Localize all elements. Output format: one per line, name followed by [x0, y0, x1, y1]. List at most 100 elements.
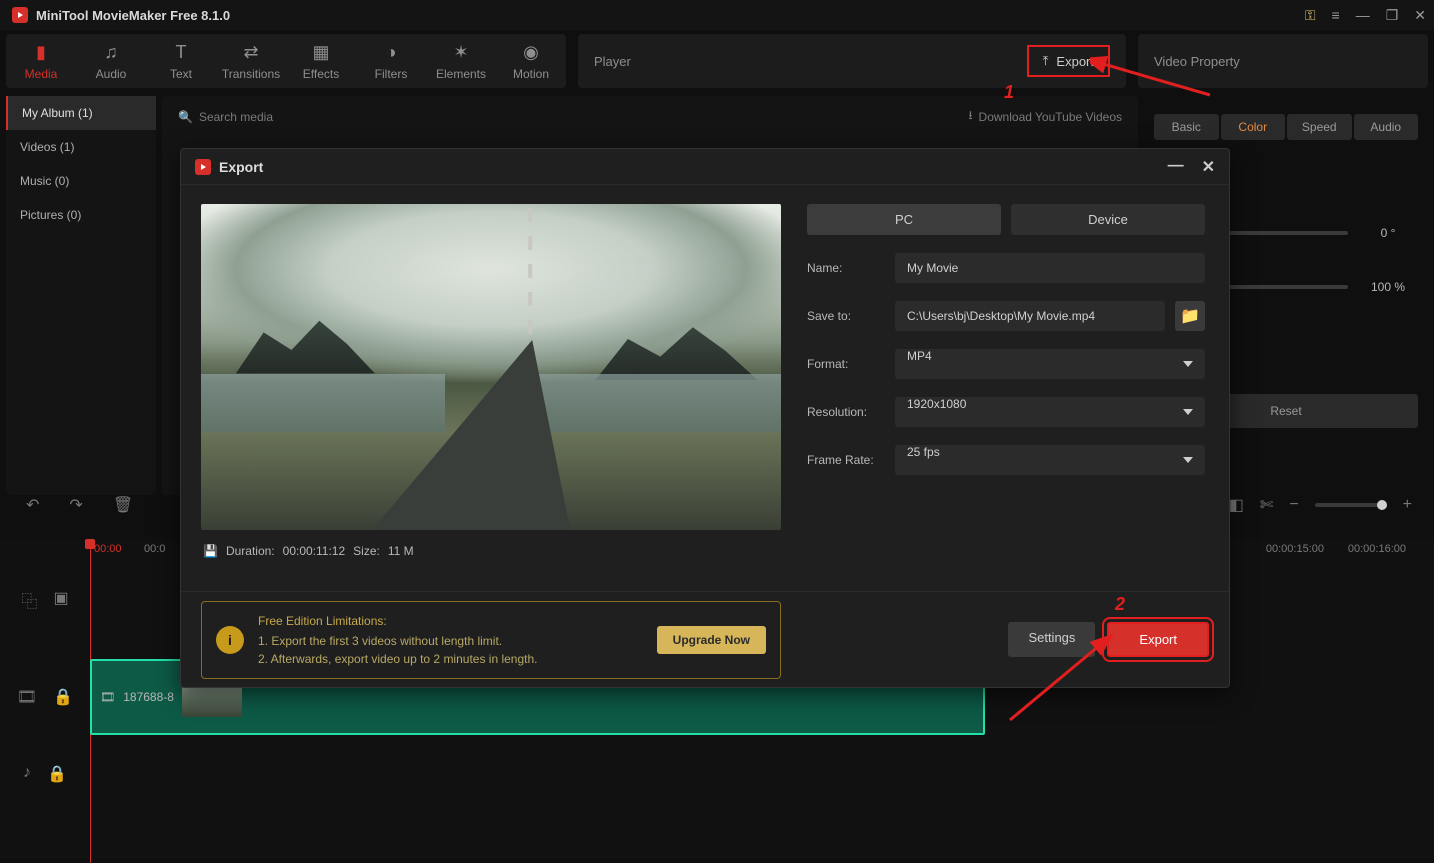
top-toolbar-row: ▮Media ♫Audio TText ⇄Transitions ▦Effect…: [0, 30, 1434, 92]
scale-value: 100 %: [1358, 280, 1418, 294]
tab-effects[interactable]: ▦Effects: [286, 42, 356, 81]
tl-tools-video: 🎞 🔒: [0, 687, 90, 707]
dest-tab-pc[interactable]: PC: [807, 204, 1001, 235]
format-select[interactable]: MP4: [895, 349, 1205, 379]
duration-label: Duration:: [226, 544, 275, 558]
time-tick-r2: 00:00:16:00: [1348, 543, 1406, 555]
time-tick-1: 00:0: [144, 543, 165, 555]
export-dialog-titlebar: Export — ✕: [181, 149, 1229, 185]
dialog-title: Export: [219, 159, 263, 175]
transitions-icon: ⇄: [216, 42, 286, 63]
undo-icon[interactable]: ↶: [26, 495, 39, 515]
zoom-in-icon[interactable]: +: [1403, 496, 1412, 514]
key-icon[interactable]: ⚿: [1305, 7, 1316, 24]
limitations-line2: 2. Afterwards, export video up to 2 minu…: [258, 652, 538, 666]
video-track-icon[interactable]: 🎞: [17, 687, 37, 707]
video-clip-name: 187688-8: [123, 690, 174, 704]
export-dialog-footer: i Free Edition Limitations: 1. Export th…: [181, 591, 1229, 687]
tab-media[interactable]: ▮Media: [6, 42, 76, 81]
export-form-side: PC Device Name: Save to: 📁 Format: MP4 R…: [807, 204, 1209, 591]
search-placeholder: Search media: [199, 110, 273, 124]
dialog-close-icon[interactable]: ✕: [1202, 157, 1215, 177]
export-button-top[interactable]: ⤒ Export: [1027, 45, 1110, 77]
media-browser-header: 🔍 Search media ⭳ Download YouTube Videos: [162, 96, 1138, 137]
dest-tab-device[interactable]: Device: [1011, 204, 1205, 235]
resolution-label: Resolution:: [807, 405, 885, 419]
dialog-minimize-icon[interactable]: —: [1168, 157, 1184, 177]
video-property-title: Video Property: [1154, 54, 1240, 69]
action-right: ◧ ✄ − +: [1229, 495, 1428, 515]
zoom-out-icon[interactable]: −: [1289, 496, 1298, 514]
menu-icon[interactable]: ≡: [1332, 7, 1340, 23]
search-icon: 🔍: [178, 110, 193, 124]
duration-value: 00:00:11:12: [283, 544, 346, 558]
name-input[interactable]: [895, 253, 1205, 283]
settings-button[interactable]: Settings: [1008, 622, 1095, 657]
download-icon: ⭳: [968, 106, 972, 127]
tab-elements[interactable]: ✶Elements: [426, 42, 496, 81]
limitations-text: Free Edition Limitations: 1. Export the …: [258, 612, 643, 668]
lock-audio-icon[interactable]: 🔒: [47, 764, 67, 784]
folder-open-icon: 📁: [1180, 306, 1200, 326]
upload-icon: ⤒: [1043, 53, 1049, 69]
sidebar-item-myalbum[interactable]: My Album (1): [6, 96, 156, 130]
lock-icon[interactable]: 🔒: [53, 687, 73, 707]
download-youtube-button[interactable]: ⭳ Download YouTube Videos: [968, 106, 1122, 127]
text-icon: T: [146, 42, 216, 63]
framerate-select[interactable]: 25 fps: [895, 445, 1205, 475]
form-row-save: Save to: 📁: [807, 301, 1205, 331]
export-dialog: Export — ✕ 💾 Duration: 00:00:11:12 Size:…: [180, 148, 1230, 688]
sidebar-item-pictures[interactable]: Pictures (0): [6, 198, 156, 232]
tool-icon-2[interactable]: ✄: [1260, 495, 1273, 515]
tab-filters[interactable]: ◑Filters: [356, 42, 426, 81]
limitations-line1: 1. Export the first 3 videos without len…: [258, 634, 502, 648]
music-icon: ♫: [76, 42, 146, 63]
player-title: Player: [594, 54, 631, 69]
album-sidebar: My Album (1) Videos (1) Music (0) Pictur…: [6, 96, 156, 495]
audio-track-icon[interactable]: ♪: [23, 764, 31, 784]
footer-buttons: Settings Export: [1008, 622, 1209, 657]
tab-motion[interactable]: ◉Motion: [496, 42, 566, 81]
framerate-label: Frame Rate:: [807, 453, 885, 467]
search-wrapper[interactable]: 🔍 Search media: [178, 110, 273, 124]
save-path-input[interactable]: [895, 301, 1165, 331]
export-info-row: 💾 Duration: 00:00:11:12 Size: 11 M: [201, 530, 781, 562]
rotation-value: 0 °: [1358, 226, 1418, 240]
export-dialog-body: 💾 Duration: 00:00:11:12 Size: 11 M PC De…: [181, 185, 1229, 591]
property-tab-color[interactable]: Color: [1221, 114, 1286, 140]
tool-icon-1[interactable]: ◧: [1229, 495, 1244, 515]
export-button[interactable]: Export: [1107, 622, 1209, 657]
limitations-title: Free Edition Limitations:: [258, 612, 643, 630]
property-tab-speed[interactable]: Speed: [1287, 114, 1352, 140]
titlebar-right: ⚿ ≡ — ❐ ✕: [1305, 7, 1426, 24]
tl-tools-audio: ♪ 🔒: [0, 764, 90, 784]
tab-audio[interactable]: ♫Audio: [76, 42, 146, 81]
minimize-icon[interactable]: —: [1356, 7, 1370, 23]
dialog-logo-icon: [195, 159, 211, 175]
export-preview-image: [201, 204, 781, 530]
close-icon[interactable]: ✕: [1414, 7, 1426, 24]
tab-transitions[interactable]: ⇄Transitions: [216, 42, 286, 81]
redo-icon[interactable]: ↷: [69, 495, 82, 515]
trash-icon[interactable]: 🗑: [113, 495, 133, 515]
property-tab-audio[interactable]: Audio: [1354, 114, 1419, 140]
form-row-name: Name:: [807, 253, 1205, 283]
info-icon: i: [216, 626, 244, 654]
form-row-format: Format: MP4: [807, 349, 1205, 379]
sidebar-item-videos[interactable]: Videos (1): [6, 130, 156, 164]
app-logo-icon: [12, 7, 28, 23]
browse-button[interactable]: 📁: [1175, 301, 1205, 331]
maximize-icon[interactable]: ❐: [1386, 7, 1399, 24]
resolution-select[interactable]: 1920x1080: [895, 397, 1205, 427]
download-youtube-label: Download YouTube Videos: [979, 110, 1122, 124]
property-tab-basic[interactable]: Basic: [1154, 114, 1219, 140]
effects-icon: ▦: [286, 42, 356, 63]
paste-icon[interactable]: ▣: [53, 588, 68, 612]
sidebar-item-music[interactable]: Music (0): [6, 164, 156, 198]
copy-icon[interactable]: ⿻: [21, 588, 37, 612]
form-row-resolution: Resolution: 1920x1080: [807, 397, 1205, 427]
upgrade-button[interactable]: Upgrade Now: [657, 626, 766, 654]
tab-text[interactable]: TText: [146, 42, 216, 81]
zoom-slider[interactable]: [1315, 503, 1387, 507]
action-left: ↶ ↷ 🗑: [6, 495, 133, 515]
